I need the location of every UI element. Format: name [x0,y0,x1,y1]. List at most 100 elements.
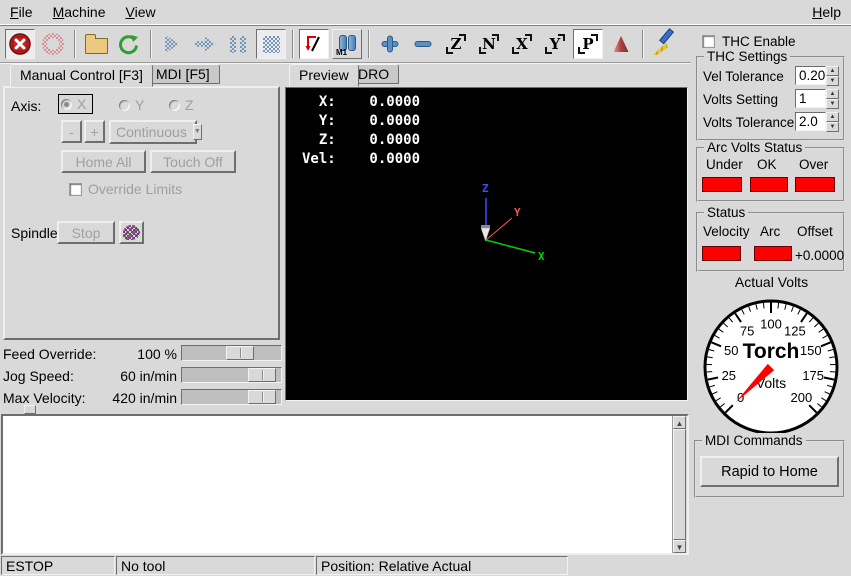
volts-tolerance-spinbox: 2.0 ▲▼ [795,112,839,131]
menu-bar: File Machine View Help [0,0,851,26]
optional-stop-button[interactable]: M1 [332,29,362,59]
ok-indicator [750,177,788,192]
vel-tolerance-spinbox: 0.20 ▲▼ [795,66,839,85]
feed-override-slider[interactable] [181,345,282,361]
view-side-button[interactable]: Y [540,29,570,59]
jog-minus-button[interactable]: - [61,120,82,143]
slider-handle[interactable] [226,346,254,360]
velocity-indicator [702,246,741,261]
status-group: Status Velocity Arc Offset +0.0000 [696,212,845,272]
zoom-in-button[interactable] [375,29,405,59]
machine-power-button[interactable] [38,29,68,59]
volts-tolerance-field[interactable]: 2.0 [795,112,826,131]
rapid-to-home-button[interactable]: Rapid to Home [700,456,839,487]
statusbar-tool: No tool [116,556,315,575]
velocity-label: Velocity [703,224,750,239]
spin-down-icon[interactable]: ▼ [826,99,839,109]
touch-off-button[interactable]: Touch Off [150,150,236,173]
menu-file[interactable]: File [0,0,43,25]
statusbar-position: Position: Relative Actual [316,556,568,575]
svg-text:75: 75 [740,324,754,339]
axis-radio-y[interactable]: Y [119,97,144,113]
open-file-button[interactable] [81,29,111,59]
scroll-up-icon[interactable]: ▲ [673,416,686,429]
thc-enable-checkbox[interactable]: THC Enable [702,34,796,49]
arc-label: Arc [760,224,780,239]
pause-button[interactable] [223,29,253,59]
spin-down-icon[interactable]: ▼ [826,76,839,86]
menu-view[interactable]: View [116,0,166,25]
feed-override-value: 100 % [88,346,177,362]
machine-power-icon [42,33,64,55]
scrollbar-thumb[interactable] [673,429,686,540]
slider-handle[interactable] [248,368,276,382]
view-front-button[interactable]: X [507,29,537,59]
view-rotated-top-icon: N [477,32,501,56]
step-icon [195,37,216,52]
block-delete-icon [302,32,326,56]
slider-handle[interactable] [248,390,276,404]
axis-label: Axis: [11,98,41,114]
spin-up-icon[interactable]: ▲ [826,66,839,76]
view-top-button[interactable]: Z [441,29,471,59]
axis-radio-z[interactable]: Z [169,97,194,113]
volts-tolerance-label: Volts Tolerance [703,115,794,130]
volts-setting-field[interactable]: 1 [795,89,826,108]
arc-volts-status-title: Arc Volts Status [704,140,805,155]
vel-tolerance-label: Vel Tolerance [703,69,784,84]
svg-text:150: 150 [800,343,822,358]
tab-mdi[interactable]: MDI [F5] [146,64,220,84]
view-perspective-p-icon: P [576,32,600,56]
preview-canvas[interactable]: X: 0.0000 Y: 0.0000 Z: 0.0000 Vel: 0.000… [285,87,688,401]
under-indicator [702,177,742,192]
rotate-view-button[interactable] [606,29,636,59]
svg-text:175: 175 [802,368,824,383]
over-label: Over [799,157,828,172]
jog-plus-button[interactable]: + [84,120,105,143]
clear-plot-button[interactable] [649,29,679,59]
reload-file-button[interactable] [114,29,144,59]
pause-icon [230,36,246,53]
override-limits-checkbox[interactable]: Override Limits [69,181,182,197]
home-all-button[interactable]: Home All [61,150,146,173]
open-folder-icon [85,38,108,54]
estop-button[interactable] [5,29,35,59]
reload-icon [117,32,141,56]
tab-manual-control[interactable]: Manual Control [F3] [10,64,153,87]
block-delete-button[interactable] [299,29,329,59]
spin-up-icon[interactable]: ▲ [826,112,839,122]
view-perspective-button[interactable]: P [573,29,603,59]
tab-preview[interactable]: Preview [289,64,359,87]
spin-down-icon[interactable]: ▼ [826,122,839,132]
history-scrollbar[interactable]: ▲ ▼ [672,416,687,553]
x-axis-label: X [538,250,545,263]
pane-sash-grip[interactable] [24,405,36,414]
spindle-brake-button[interactable] [119,221,144,244]
run-button[interactable] [157,29,187,59]
menu-help[interactable]: Help [802,0,851,25]
view-rotated-top-button[interactable]: N [474,29,504,59]
step-button[interactable] [190,29,220,59]
scroll-down-icon[interactable]: ▼ [673,540,686,553]
estop-icon [8,32,32,56]
spindle-stop-button[interactable]: Stop [57,221,115,244]
mdi-history-textarea[interactable]: ▲ ▼ [1,414,689,555]
jog-mode-dropdown[interactable]: Continuous ▼ [109,120,197,144]
max-velocity-slider[interactable] [181,389,282,405]
max-velocity-label: Max Velocity: [3,390,85,406]
jog-speed-value: 60 in/min [88,368,177,384]
jog-speed-row: Jog Speed: 60 in/min [0,367,283,384]
run-icon [165,35,180,53]
zoom-out-button[interactable] [408,29,438,59]
plus-icon [378,32,402,56]
vel-tolerance-field[interactable]: 0.20 [795,66,826,85]
menu-machine[interactable]: Machine [43,0,116,25]
axis-radio-x[interactable]: X [59,95,92,113]
stop-button[interactable] [256,29,286,59]
spin-up-icon[interactable]: ▲ [826,89,839,99]
jog-speed-slider[interactable] [181,367,282,383]
status-title: Status [704,205,748,220]
history-text [3,416,673,553]
svg-text:25: 25 [722,368,736,383]
tool-cone-cap [481,225,490,228]
